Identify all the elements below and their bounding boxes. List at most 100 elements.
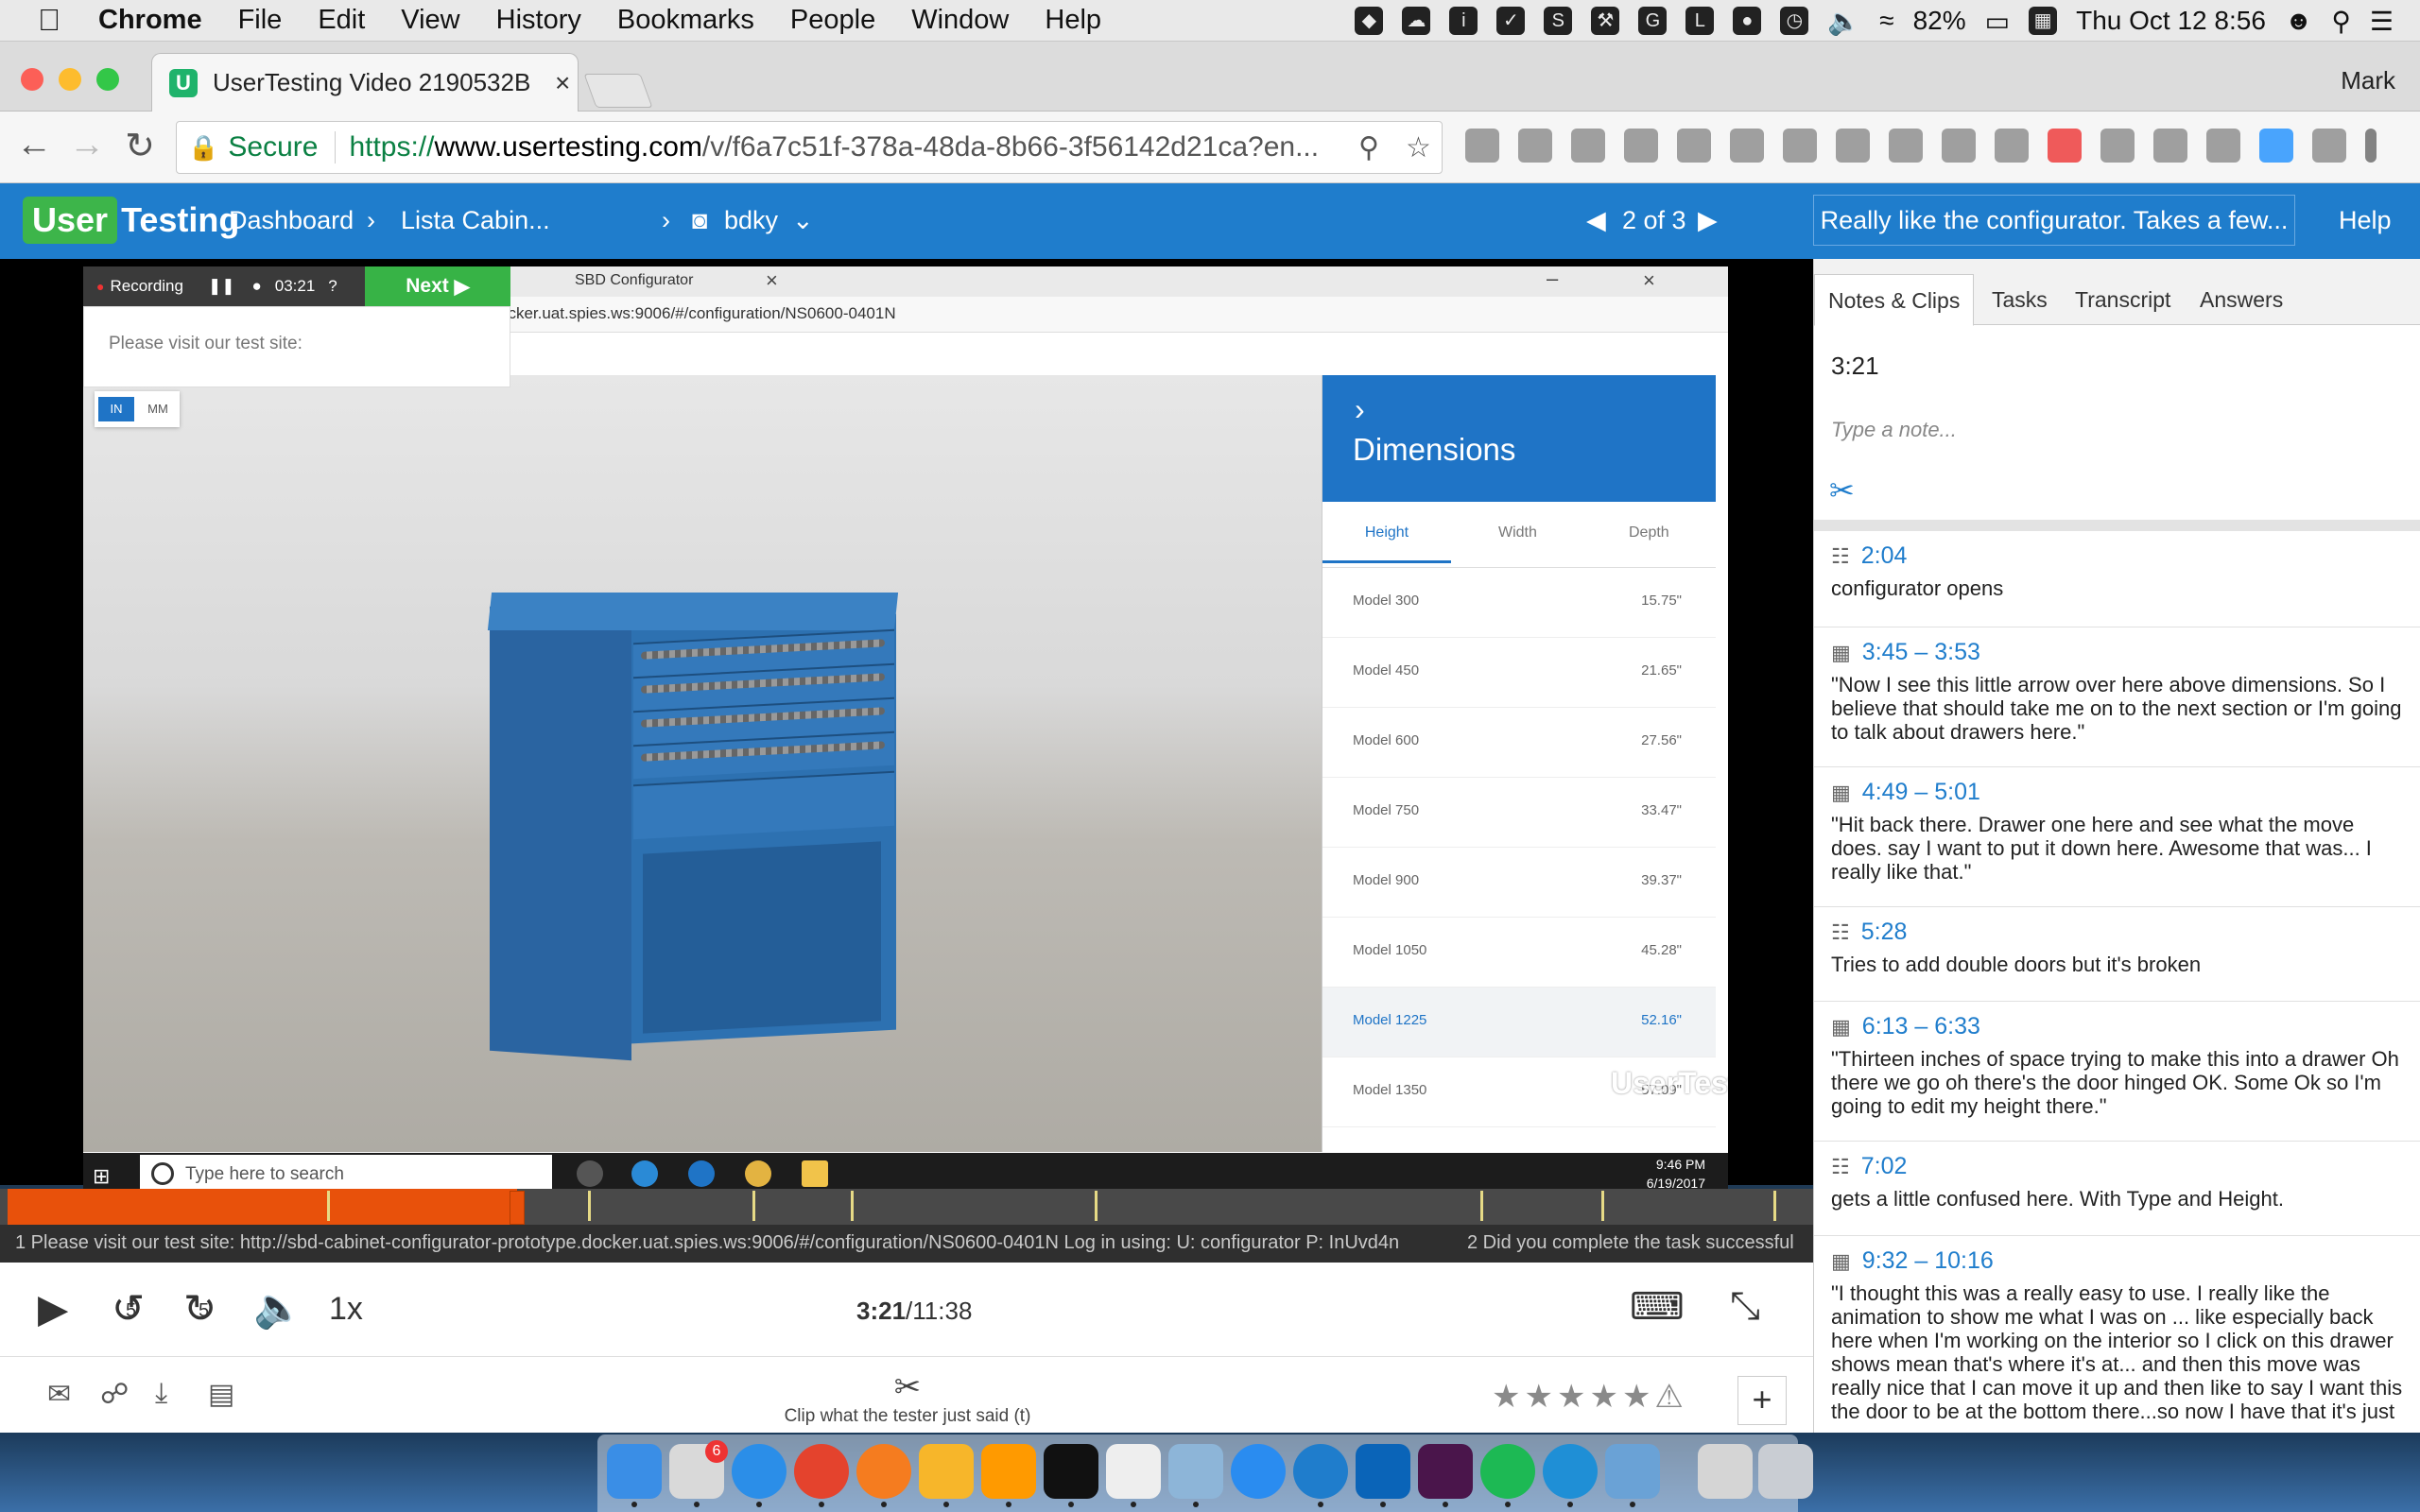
star-icon[interactable]: ★ — [1524, 1379, 1556, 1415]
extension-camera-icon[interactable] — [1518, 129, 1552, 163]
calendar-icon[interactable]: ▦ — [2029, 7, 2058, 35]
menu-edit[interactable]: Edit — [318, 5, 365, 36]
extension-eye-icon[interactable] — [2259, 129, 2293, 163]
profile-name[interactable]: Mark — [2341, 66, 2395, 95]
extension-screenshot-icon[interactable] — [1730, 129, 1764, 163]
timeline-marker[interactable] — [752, 1191, 755, 1221]
timeline-scrubber[interactable] — [0, 1189, 1813, 1225]
user-icon[interactable]: ☻ — [2285, 6, 2312, 36]
playback-speed-button[interactable]: 1x — [329, 1291, 363, 1328]
shield-check-icon[interactable]: ✓ — [1496, 7, 1526, 35]
star-icon[interactable]: ★ — [1557, 1379, 1589, 1415]
terminal-icon[interactable] — [1044, 1444, 1098, 1507]
fullscreen-icon[interactable]: ⤡ — [1730, 1285, 1760, 1328]
time-machine-icon[interactable]: ◷ — [1780, 7, 1809, 35]
menu-history[interactable]: History — [496, 5, 581, 36]
dashboard-link[interactable]: Dashboard — [229, 206, 354, 235]
forward-arrow-icon[interactable]: → — [66, 125, 108, 165]
export-xls-icon[interactable]: ▤ — [208, 1378, 234, 1411]
extension-ruler-icon[interactable] — [1995, 129, 2029, 163]
note-time-link[interactable]: ▦ 9:32 – 10:16 — [1831, 1247, 1994, 1275]
note-time-link[interactable]: ▦ 3:45 – 3:53 — [1831, 639, 1980, 666]
timeline-marker[interactable] — [1601, 1191, 1604, 1221]
battery-icon[interactable]: ▭ — [1985, 6, 2010, 37]
extension-info-icon[interactable] — [2312, 129, 2346, 163]
back-arrow-icon[interactable]: ← — [13, 125, 55, 165]
g-icon[interactable]: G — [1638, 7, 1668, 35]
new-tab-button[interactable] — [583, 74, 653, 108]
clip-item[interactable]: ▦ 3:45 – 3:53 "Now I see this little arrow… — [1814, 627, 2420, 767]
zoom-search-icon[interactable]: ⚲ — [1358, 131, 1379, 164]
extension-ghost-icon[interactable] — [2206, 129, 2240, 163]
keynote-icon[interactable] — [1605, 1444, 1660, 1507]
note-time-link[interactable]: ▦ 4:49 – 5:01 — [1831, 779, 1980, 806]
trash-icon[interactable] — [1758, 1444, 1813, 1499]
timeline-marker[interactable] — [851, 1191, 854, 1221]
star-icon[interactable]: ★ — [1589, 1379, 1621, 1415]
note-item[interactable]: ☷ 5:28 Tries to add double doors but it's … — [1814, 907, 2420, 1002]
extension-calendar-icon[interactable] — [2048, 129, 2082, 163]
flag-warning-icon[interactable]: ⚠ — [1654, 1379, 1686, 1415]
extension-pocket-icon[interactable] — [2100, 129, 2135, 163]
s-icon[interactable]: S — [1544, 7, 1573, 35]
note-input[interactable]: Type a note... — [1831, 418, 1957, 442]
safari-icon[interactable] — [732, 1444, 786, 1507]
extension-card-icon[interactable] — [1836, 129, 1870, 163]
tool-icon[interactable]: ⚒ — [1591, 7, 1620, 35]
add-button[interactable]: + — [1737, 1376, 1787, 1425]
extension-gear-icon[interactable] — [1465, 129, 1499, 163]
menu-chrome[interactable]: Chrome — [98, 5, 202, 36]
note-time-link[interactable]: ☷ 5:28 — [1831, 919, 1907, 946]
menubar-clock[interactable]: Thu Oct 12 8:56 — [2076, 6, 2266, 36]
window-close-button[interactable] — [21, 68, 43, 91]
menu-file[interactable]: File — [238, 5, 283, 36]
link-icon[interactable]: ☍ — [100, 1378, 129, 1411]
spotlight-search-icon[interactable]: ⚲ — [2331, 6, 2351, 37]
sublime-icon[interactable] — [981, 1444, 1036, 1507]
clip-item[interactable]: ▦ 4:49 – 5:01 "Hit back there. Drawer one … — [1814, 767, 2420, 907]
tab-transcript[interactable]: Transcript — [2075, 287, 2170, 313]
extension-cursor-icon[interactable] — [1677, 129, 1711, 163]
task-2-label[interactable]: 2 Did you complete the task successful — [1467, 1232, 1794, 1254]
tester-name[interactable]: bdky — [724, 206, 778, 235]
chrome-dock-icon[interactable] — [794, 1444, 849, 1507]
bookmark-star-icon[interactable]: ☆ — [1406, 131, 1431, 164]
tab-tasks[interactable]: Tasks — [1992, 287, 2048, 313]
apple-menu-icon[interactable]:  — [38, 3, 66, 38]
sketch-icon[interactable] — [919, 1444, 974, 1507]
extension-drive-icon[interactable] — [1942, 129, 1976, 163]
extension-speed-icon[interactable] — [1624, 129, 1658, 163]
notification-center-icon[interactable]: ☰ — [2370, 6, 2394, 37]
script-icon[interactable]: L — [1685, 7, 1715, 35]
preview-icon[interactable] — [1168, 1444, 1223, 1507]
note-time-link[interactable]: ☷ 7:02 — [1831, 1153, 1907, 1180]
star-icon[interactable]: ★ — [1492, 1379, 1524, 1415]
study-link[interactable]: Lista Cabin... — [401, 206, 550, 235]
timeline-marker[interactable] — [1480, 1191, 1483, 1221]
tab-notes-clips[interactable]: Notes & Clips — [1814, 274, 1975, 326]
prev-video-icon[interactable]: ◀ — [1586, 206, 1606, 235]
extension-box-icon[interactable] — [1571, 129, 1605, 163]
te-app-icon[interactable] — [1543, 1444, 1598, 1507]
tab-close-icon[interactable]: × — [555, 68, 570, 98]
cloud-upload-icon[interactable]: ☁ — [1402, 7, 1431, 35]
timeline-marker[interactable] — [588, 1191, 591, 1221]
dropbox-icon[interactable]: ◆ — [1355, 7, 1384, 35]
acrobat-icon[interactable] — [1106, 1444, 1161, 1507]
volume-icon[interactable]: 🔈 — [1827, 6, 1860, 37]
firefox-icon[interactable] — [856, 1444, 911, 1507]
timeline-marker[interactable] — [1773, 1191, 1776, 1221]
address-bar[interactable]: 🔒 Secure https://www.usertesting.com/v/f… — [176, 121, 1443, 174]
email-icon[interactable]: ✉ — [47, 1378, 71, 1411]
extension-frame-icon[interactable] — [1783, 129, 1817, 163]
menu-view[interactable]: View — [401, 5, 459, 36]
finder-icon[interactable] — [607, 1444, 662, 1507]
mail-app-icon[interactable]: 6 — [669, 1440, 728, 1507]
reload-icon[interactable]: ↻ — [119, 125, 161, 167]
timeline-thumb[interactable] — [510, 1191, 525, 1225]
clip-item[interactable]: ▦ 6:13 – 6:33 "Thirteen inches of space tr… — [1814, 1002, 2420, 1142]
hat-icon[interactable]: ● — [1733, 7, 1762, 35]
tester-dropdown-icon[interactable]: ⌄ — [792, 206, 814, 235]
note-item[interactable]: ☷ 2:04 configurator opens — [1814, 531, 2420, 627]
note-time-link[interactable]: ▦ 6:13 – 6:33 — [1831, 1013, 1980, 1040]
